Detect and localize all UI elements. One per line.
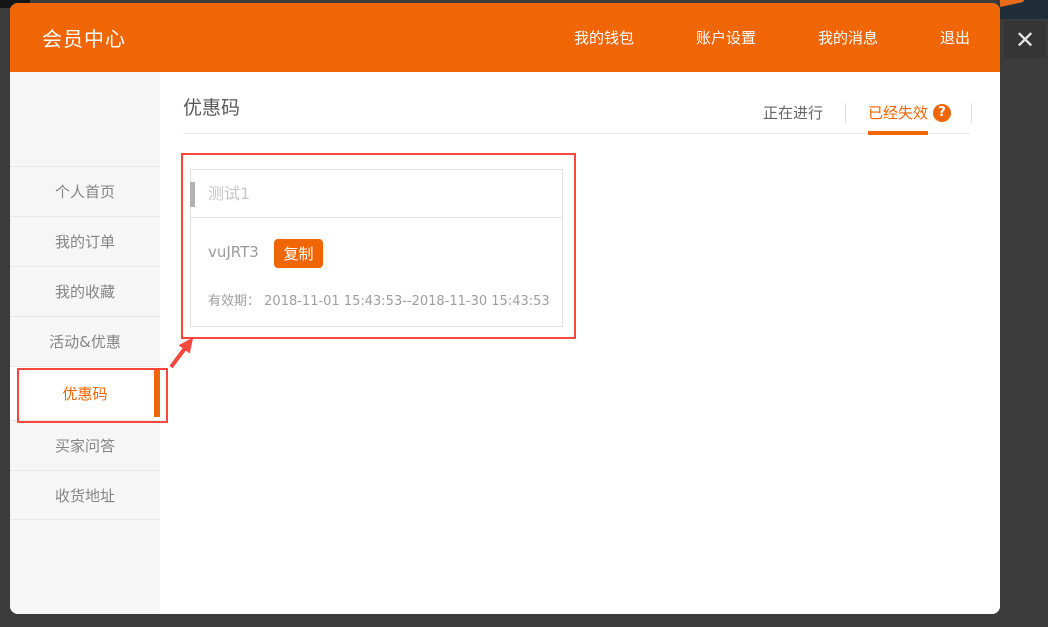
header-divider [183, 133, 970, 134]
nav-logout[interactable]: 退出 [940, 27, 970, 48]
member-center-modal: 会员中心 我的钱包 账户设置 我的消息 退出 个人首页 我的订单 我的收藏 活动… [10, 3, 1000, 614]
coupon-card-header: 测试1 [191, 170, 562, 218]
page-background: ✕ 会员中心 我的钱包 账户设置 我的消息 退出 个人首页 我的订单 我的收藏 … [0, 0, 1048, 627]
sidebar-spacer [10, 72, 160, 166]
active-tab-underline [868, 131, 928, 135]
logo-fragment [1000, 0, 1025, 8]
help-icon[interactable]: ? [933, 104, 951, 122]
validity-period: 有效期： 2018-11-01 15:43:53--2018-11-30 15:… [208, 290, 550, 309]
tab-separator [971, 103, 972, 123]
sidebar-item-address[interactable]: 收货地址 [10, 470, 160, 520]
tab-expired-group: 已经失效 ? [868, 102, 951, 123]
card-side-marker [190, 182, 195, 207]
nav-my-wallet[interactable]: 我的钱包 [574, 27, 634, 48]
page-title: 优惠码 [183, 93, 240, 120]
sidebar-item-favorites[interactable]: 我的收藏 [10, 266, 160, 316]
coupon-code: vuJRT3 [208, 243, 259, 261]
sidebar-item-activities[interactable]: 活动&优惠 [10, 316, 160, 366]
sidebar-item-coupon-code[interactable]: 优惠码 [10, 366, 160, 420]
sidebar-item-buyer-qa[interactable]: 买家问答 [10, 420, 160, 470]
sidebar-item-orders[interactable]: 我的订单 [10, 216, 160, 266]
close-button[interactable]: ✕ [1004, 21, 1046, 58]
nav-account-settings[interactable]: 账户设置 [696, 27, 756, 48]
tabs: 正在进行 已经失效 ? [763, 102, 972, 123]
sidebar-item-label: 优惠码 [62, 385, 107, 403]
tab-separator [845, 103, 846, 123]
nav-my-messages[interactable]: 我的消息 [818, 27, 878, 48]
modal-title: 会员中心 [10, 23, 126, 52]
sidebar: 个人首页 我的订单 我的收藏 活动&优惠 优惠码 买家问答 收货地址 [10, 72, 160, 614]
tab-expired-label: 已经失效 [868, 104, 928, 122]
copy-button[interactable]: 复制 [274, 239, 323, 268]
close-icon: ✕ [1015, 26, 1035, 54]
coupon-card: 测试1 vuJRT3 复制 有效期： 2018-11-01 15:43:53--… [190, 169, 563, 327]
modal-body: 个人首页 我的订单 我的收藏 活动&优惠 优惠码 买家问答 收货地址 优惠码 正… [10, 72, 1000, 614]
tab-ongoing[interactable]: 正在进行 [763, 102, 823, 123]
help-icon-glyph: ? [938, 105, 946, 120]
validity-value: 2018-11-01 15:43:53--2018-11-30 15:43:53 [264, 294, 550, 309]
sidebar-item-home[interactable]: 个人首页 [10, 166, 160, 216]
tab-expired[interactable]: 已经失效 [868, 102, 928, 123]
header-nav: 我的钱包 账户设置 我的消息 退出 [512, 27, 1000, 48]
coupon-name: 测试1 [208, 170, 250, 218]
coupon-card-body: vuJRT3 复制 有效期： 2018-11-01 15:43:53--2018… [191, 218, 562, 327]
content-area: 优惠码 正在进行 已经失效 ? [160, 72, 1000, 614]
modal-header: 会员中心 我的钱包 账户设置 我的消息 退出 [10, 3, 1000, 72]
validity-label: 有效期： [208, 294, 260, 309]
annotation-arrow-icon [166, 332, 208, 374]
underlying-page-corner [1000, 0, 1048, 19]
